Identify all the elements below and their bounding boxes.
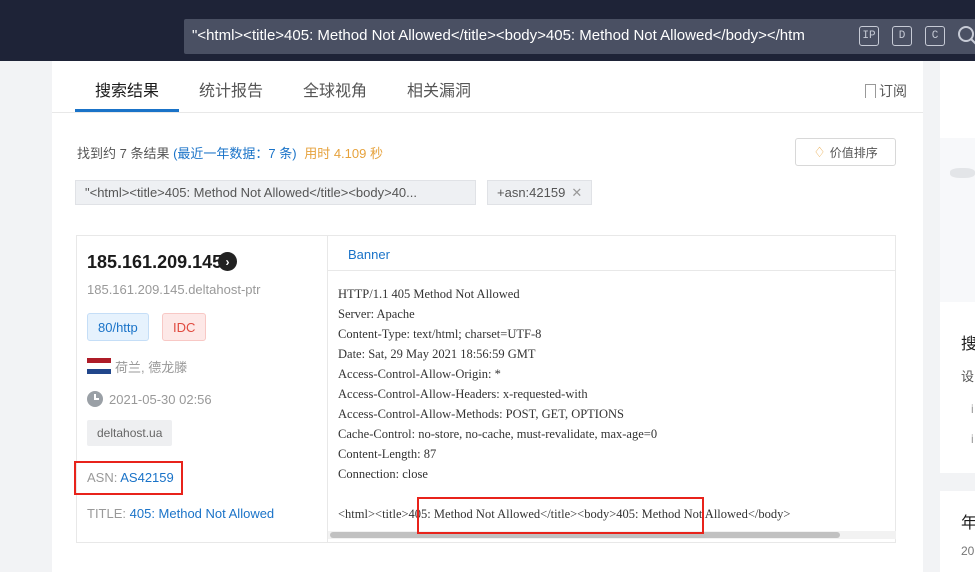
close-icon[interactable]: ✕ (571, 185, 582, 200)
tabs-divider (52, 112, 923, 113)
banner-text: HTTP/1.1 405 Method Not Allowed Server: … (338, 287, 791, 521)
filter-chip-query[interactable]: "<html><title>405: Method Not Allowed</t… (75, 180, 476, 205)
result-summary: 找到约 7 条结果 (最近一年数据：7 条) 用时 4.109 秒 (77, 143, 383, 162)
value-sort-button[interactable]: ♢ 价值排序 (795, 138, 896, 166)
domain-search-icon[interactable]: D (889, 23, 915, 49)
cert-search-icon[interactable]: C (922, 23, 948, 49)
main-panel: 搜索结果 统计报告 全球视角 相关漏洞 找到约 7 条结果 (最近一年数据：7 … (52, 61, 923, 572)
location: 荷兰, 德龙滕 (115, 360, 188, 375)
top-bar: "<html><title>405: Method Not Allowed</t… (0, 0, 975, 61)
search-icon[interactable] (955, 23, 975, 49)
tab-global-view[interactable]: 全球视角 (283, 61, 387, 112)
port-tag[interactable]: 80/http (87, 313, 149, 341)
search-input[interactable]: "<html><title>405: Method Not Allowed</t… (192, 27, 854, 44)
bookmark-icon (865, 84, 876, 98)
domain-tag[interactable]: deltahost.ua (87, 420, 173, 446)
sidebar-heading-1: 搜 (961, 336, 975, 353)
sidebar-item-1[interactable]: 设 (961, 366, 974, 385)
world-map (940, 138, 975, 302)
banner-content: HTTP/1.1 405 Method Not Allowed Server: … (338, 284, 894, 530)
subscribe-label: 订阅 (879, 83, 907, 99)
tab-search-results[interactable]: 搜索结果 (75, 61, 180, 112)
right-gap (923, 61, 940, 572)
banner-divider (328, 270, 896, 271)
clock-icon (87, 391, 103, 407)
sidebar-item-4[interactable]: 20 (961, 544, 974, 558)
subscribe-button[interactable]: 订阅 (865, 81, 907, 101)
hostname: 185.161.209.145.deltahost-ptr (87, 282, 261, 297)
filter-chip-asn[interactable]: +asn:42159 ✕ (487, 180, 592, 205)
search-tools: IP D C (856, 23, 975, 49)
left-margin (0, 61, 52, 572)
map-landmass (950, 168, 975, 178)
highlight-box-banner (417, 497, 704, 534)
scan-date: 2021-05-30 02:56 (109, 392, 212, 407)
filter-chip-asn-label: +asn:42159 (497, 185, 566, 200)
tab-statistics-report[interactable]: 统计报告 (179, 61, 283, 112)
host-info: 185.161.209.145 › 185.161.209.145.deltah… (77, 236, 327, 542)
sidebar-separator (940, 473, 975, 491)
idc-tag: IDC (162, 313, 207, 341)
chevron-right-icon[interactable]: › (218, 252, 237, 271)
value-sort-label: 价值排序 (829, 145, 878, 160)
tab-related-vulns[interactable]: 相关漏洞 (387, 61, 491, 112)
query-time: 用时 4.109 秒 (304, 146, 383, 161)
tab-banner[interactable]: Banner (348, 247, 390, 262)
title-field: TITLE: 405: Method Not Allowed (87, 506, 274, 521)
ip-search-icon[interactable]: IP (856, 23, 882, 49)
search-box[interactable]: "<html><title>405: Method Not Allowed</t… (184, 19, 975, 54)
sidebar-item-3[interactable]: i (971, 432, 974, 446)
highlight-box-asn (74, 461, 183, 495)
magnifier-icon (958, 26, 975, 45)
recent-year-link[interactable]: (最近一年数据：7 条) (173, 146, 297, 161)
sidebar-heading-2: 年 (961, 515, 975, 532)
diamond-icon: ♢ (813, 143, 826, 160)
netherlands-flag-icon (87, 358, 111, 374)
result-tabs: 搜索结果 统计报告 全球视角 相关漏洞 (75, 61, 491, 112)
title-label: TITLE: (87, 506, 130, 521)
result-count: 找到约 7 条结果 (77, 146, 174, 161)
sidebar-item-2[interactable]: i (971, 402, 974, 416)
title-link[interactable]: 405: Method Not Allowed (130, 506, 275, 521)
ip-address[interactable]: 185.161.209.145 (87, 252, 222, 273)
